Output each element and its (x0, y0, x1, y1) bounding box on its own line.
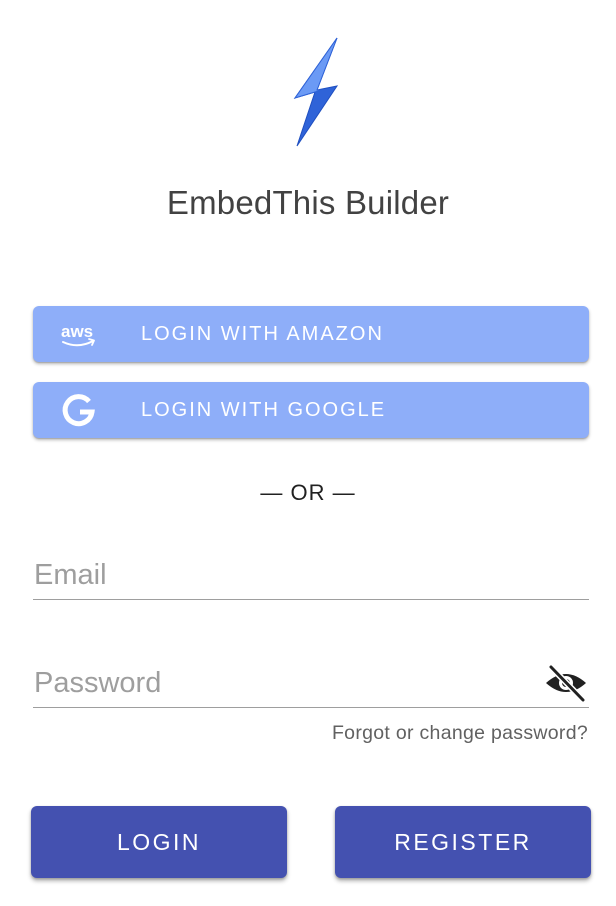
svg-text:aws: aws (61, 322, 93, 341)
login-with-google-button[interactable]: LOGIN WITH GOOGLE (33, 382, 589, 438)
login-with-amazon-label: LOGIN WITH AMAZON (141, 323, 384, 345)
email-field-container (33, 551, 589, 600)
email-field[interactable] (33, 551, 534, 599)
eye-off-icon[interactable] (543, 663, 589, 703)
login-button[interactable]: LOGIN (31, 806, 287, 878)
app-title: EmbedThis Builder (166, 184, 450, 221)
aws-icon: aws (61, 322, 95, 347)
google-g-icon (62, 394, 95, 427)
lightning-bolt-icon (293, 37, 339, 147)
login-page: EmbedThis Builder aws LOGIN WITH AMAZON … (0, 0, 616, 906)
login-with-google-label: LOGIN WITH GOOGLE (141, 399, 387, 421)
login-with-amazon-button[interactable]: aws LOGIN WITH AMAZON (33, 306, 589, 362)
register-button[interactable]: REGISTER (335, 806, 591, 878)
password-field[interactable] (33, 659, 534, 707)
password-field-container (33, 659, 589, 708)
or-divider: — OR — (260, 480, 356, 505)
forgot-password-link[interactable]: Forgot or change password? (332, 722, 588, 745)
